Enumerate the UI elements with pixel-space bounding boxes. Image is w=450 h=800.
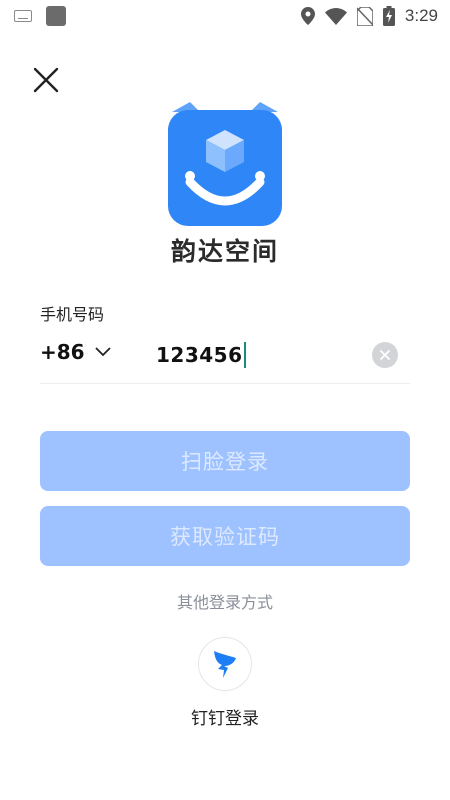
close-button[interactable] (28, 62, 64, 98)
country-code-selector[interactable]: +86 (40, 340, 111, 364)
dingtalk-login-button[interactable] (198, 637, 252, 691)
get-code-button[interactable]: 获取验证码 (40, 506, 410, 566)
app-name: 韵达空间 (170, 237, 279, 266)
login-screen: 3:29 韵达空间 手机号码 +86 123456 扫脸登录 获取验证码 其他登… (0, 0, 450, 800)
keyboard-icon (14, 10, 32, 22)
clear-button[interactable] (372, 342, 398, 368)
wifi-icon (324, 7, 347, 25)
clear-icon (380, 350, 390, 360)
status-right: 3:29 (300, 6, 438, 26)
face-login-button[interactable]: 扫脸登录 (40, 431, 410, 491)
status-time: 3:29 (404, 6, 438, 25)
battery-charging-icon (382, 6, 395, 26)
status-left (14, 6, 66, 26)
app-logo (168, 102, 282, 226)
chevron-down-icon (94, 347, 111, 357)
field-divider (40, 383, 410, 384)
no-sim-icon (356, 6, 373, 26)
phone-label: 手机号码 (40, 305, 105, 324)
dingtalk-icon (214, 651, 236, 678)
status-bar: 3:29 (0, 0, 450, 32)
dingtalk-login-label: 钉钉登录 (191, 709, 259, 729)
country-code: +86 (40, 340, 85, 364)
notification-square-icon (46, 6, 66, 26)
phone-input-value: 123456 (156, 343, 243, 367)
close-icon (33, 67, 59, 93)
location-icon (300, 7, 315, 25)
other-login-label: 其他登录方式 (176, 593, 273, 612)
text-caret (243, 342, 246, 368)
phone-input[interactable]: 123456 (156, 338, 356, 372)
